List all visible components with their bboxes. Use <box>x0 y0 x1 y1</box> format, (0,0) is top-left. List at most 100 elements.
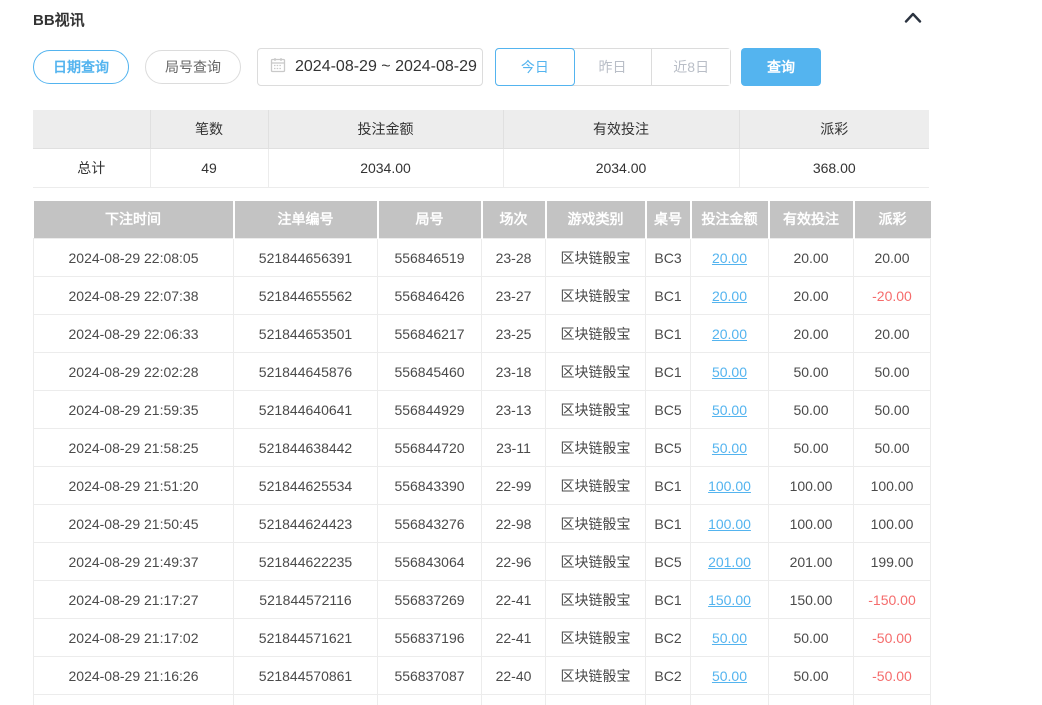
table-row: 2024-08-29 21:17:02521844571621556837196… <box>34 619 931 657</box>
bet-amount-link[interactable]: 201.00 <box>708 554 751 570</box>
header-game-type: 游戏类别 <box>546 201 646 239</box>
range-last8days-button[interactable]: 近8日 <box>652 49 730 85</box>
bet-amount-link[interactable]: 50.00 <box>712 630 747 646</box>
table-row: 2024-08-29 21:17:27521844572116556837269… <box>34 581 931 619</box>
cell-round-id: 556846217 <box>378 315 482 353</box>
bet-amount-link[interactable]: 100.00 <box>708 478 751 494</box>
cell-bet-time: 2024-08-29 22:08:05 <box>34 239 234 277</box>
cell-session: 23-11 <box>482 429 546 467</box>
cell-bet-amount: 20.00 <box>691 315 769 353</box>
cell-bet-id: 521844638442 <box>234 429 378 467</box>
bet-amount-link[interactable]: 50.00 <box>712 668 747 684</box>
cell-valid-bet: 100.00 <box>769 505 854 543</box>
panel-title: BB视讯 <box>33 12 85 29</box>
bet-amount-link[interactable]: 50.00 <box>712 402 747 418</box>
cell-empty <box>854 695 931 705</box>
bet-amount-link[interactable]: 20.00 <box>712 288 747 304</box>
cell-empty <box>34 695 234 705</box>
cell-bet-time: 2024-08-29 21:50:45 <box>34 505 234 543</box>
cell-round-id: 556843064 <box>378 543 482 581</box>
bet-amount-link[interactable]: 100.00 <box>708 516 751 532</box>
tab-round-query[interactable]: 局号查询 <box>145 50 241 84</box>
cell-game-type: 区块链骰宝 <box>546 391 646 429</box>
cell-empty <box>691 695 769 705</box>
header-valid-bet: 有效投注 <box>769 201 854 239</box>
bet-amount-link[interactable]: 20.00 <box>712 250 747 266</box>
cell-round-id: 556837087 <box>378 657 482 695</box>
collapse-button[interactable] <box>902 9 924 27</box>
cell-valid-bet: 50.00 <box>769 657 854 695</box>
bet-amount-link[interactable]: 20.00 <box>712 326 747 342</box>
panel-header: BB视讯 <box>33 9 1042 29</box>
cell-payout: -150.00 <box>854 581 931 619</box>
cell-empty <box>646 695 691 705</box>
cell-table-no: BC5 <box>646 543 691 581</box>
summary-total-count: 49 <box>150 148 268 187</box>
cell-bet-time: 2024-08-29 21:59:35 <box>34 391 234 429</box>
summary-table: 笔数 投注金额 有效投注 派彩 总计 49 2034.00 2034.00 36… <box>33 110 929 188</box>
bet-table-header-row: 下注时间 注单编号 局号 场次 游戏类别 桌号 投注金额 有效投注 派彩 <box>34 201 931 239</box>
bet-table-body: 2024-08-29 22:08:05521844656391556846519… <box>34 239 931 705</box>
summary-header-bet-amount: 投注金额 <box>268 110 503 148</box>
cell-payout: 50.00 <box>854 353 931 391</box>
cell-bet-id: 521844625534 <box>234 467 378 505</box>
cell-payout: 20.00 <box>854 315 931 353</box>
cell-bet-time: 2024-08-29 22:02:28 <box>34 353 234 391</box>
cell-session: 22-40 <box>482 657 546 695</box>
cell-table-no: BC1 <box>646 467 691 505</box>
chevron-up-icon <box>904 11 922 26</box>
header-payout: 派彩 <box>854 201 931 239</box>
cell-game-type: 区块链骰宝 <box>546 467 646 505</box>
cell-bet-amount: 20.00 <box>691 277 769 315</box>
table-row: 2024-08-29 21:50:45521844624423556843276… <box>34 505 931 543</box>
date-range-input[interactable]: 2024-08-29 ~ 2024-08-29 <box>257 48 483 86</box>
cell-empty <box>769 695 854 705</box>
cell-payout: 50.00 <box>854 429 931 467</box>
header-table-no: 桌号 <box>646 201 691 239</box>
cell-table-no: BC1 <box>646 315 691 353</box>
cell-round-id: 556846426 <box>378 277 482 315</box>
summary-total-row: 总计 49 2034.00 2034.00 368.00 <box>33 148 929 187</box>
search-button[interactable]: 查询 <box>741 48 821 86</box>
cell-valid-bet: 50.00 <box>769 353 854 391</box>
header-round-id: 局号 <box>378 201 482 239</box>
table-row: 2024-08-29 21:51:20521844625534556843390… <box>34 467 931 505</box>
range-today-button[interactable]: 今日 <box>495 48 575 86</box>
quick-range-group: 今日 昨日 近8日 <box>495 48 731 86</box>
cell-game-type: 区块链骰宝 <box>546 581 646 619</box>
cell-round-id: 556837269 <box>378 581 482 619</box>
cell-payout: 20.00 <box>854 239 931 277</box>
cell-round-id: 556837196 <box>378 619 482 657</box>
bet-amount-link[interactable]: 50.00 <box>712 440 747 456</box>
bet-amount-link[interactable]: 150.00 <box>708 592 751 608</box>
cell-session: 22-41 <box>482 619 546 657</box>
bet-amount-link[interactable]: 50.00 <box>712 364 747 380</box>
tab-date-query[interactable]: 日期查询 <box>33 50 129 84</box>
cell-bet-id: 521844645876 <box>234 353 378 391</box>
summary-total-bet-amount: 2034.00 <box>268 148 503 187</box>
cell-bet-time: 2024-08-29 22:07:38 <box>34 277 234 315</box>
cell-bet-amount: 50.00 <box>691 391 769 429</box>
cell-valid-bet: 20.00 <box>769 239 854 277</box>
cell-table-no: BC1 <box>646 505 691 543</box>
cell-payout: 100.00 <box>854 505 931 543</box>
bet-table: 下注时间 注单编号 局号 场次 游戏类别 桌号 投注金额 有效投注 派彩 202… <box>33 201 931 705</box>
cell-bet-time: 2024-08-29 21:17:02 <box>34 619 234 657</box>
cell-round-id: 556843276 <box>378 505 482 543</box>
cell-valid-bet: 50.00 <box>769 391 854 429</box>
header-bet-time: 下注时间 <box>34 201 234 239</box>
summary-header-row: 笔数 投注金额 有效投注 派彩 <box>33 110 929 148</box>
cell-game-type: 区块链骰宝 <box>546 505 646 543</box>
cell-valid-bet: 150.00 <box>769 581 854 619</box>
cell-bet-amount: 201.00 <box>691 543 769 581</box>
cell-game-type: 区块链骰宝 <box>546 315 646 353</box>
cell-bet-amount: 50.00 <box>691 353 769 391</box>
cell-bet-id: 521844640641 <box>234 391 378 429</box>
cell-game-type: 区块链骰宝 <box>546 657 646 695</box>
cell-bet-id: 521844571621 <box>234 619 378 657</box>
cell-round-id: 556843390 <box>378 467 482 505</box>
range-yesterday-button[interactable]: 昨日 <box>574 49 653 85</box>
cell-round-id: 556844929 <box>378 391 482 429</box>
cell-table-no: BC2 <box>646 657 691 695</box>
cell-session: 22-98 <box>482 505 546 543</box>
